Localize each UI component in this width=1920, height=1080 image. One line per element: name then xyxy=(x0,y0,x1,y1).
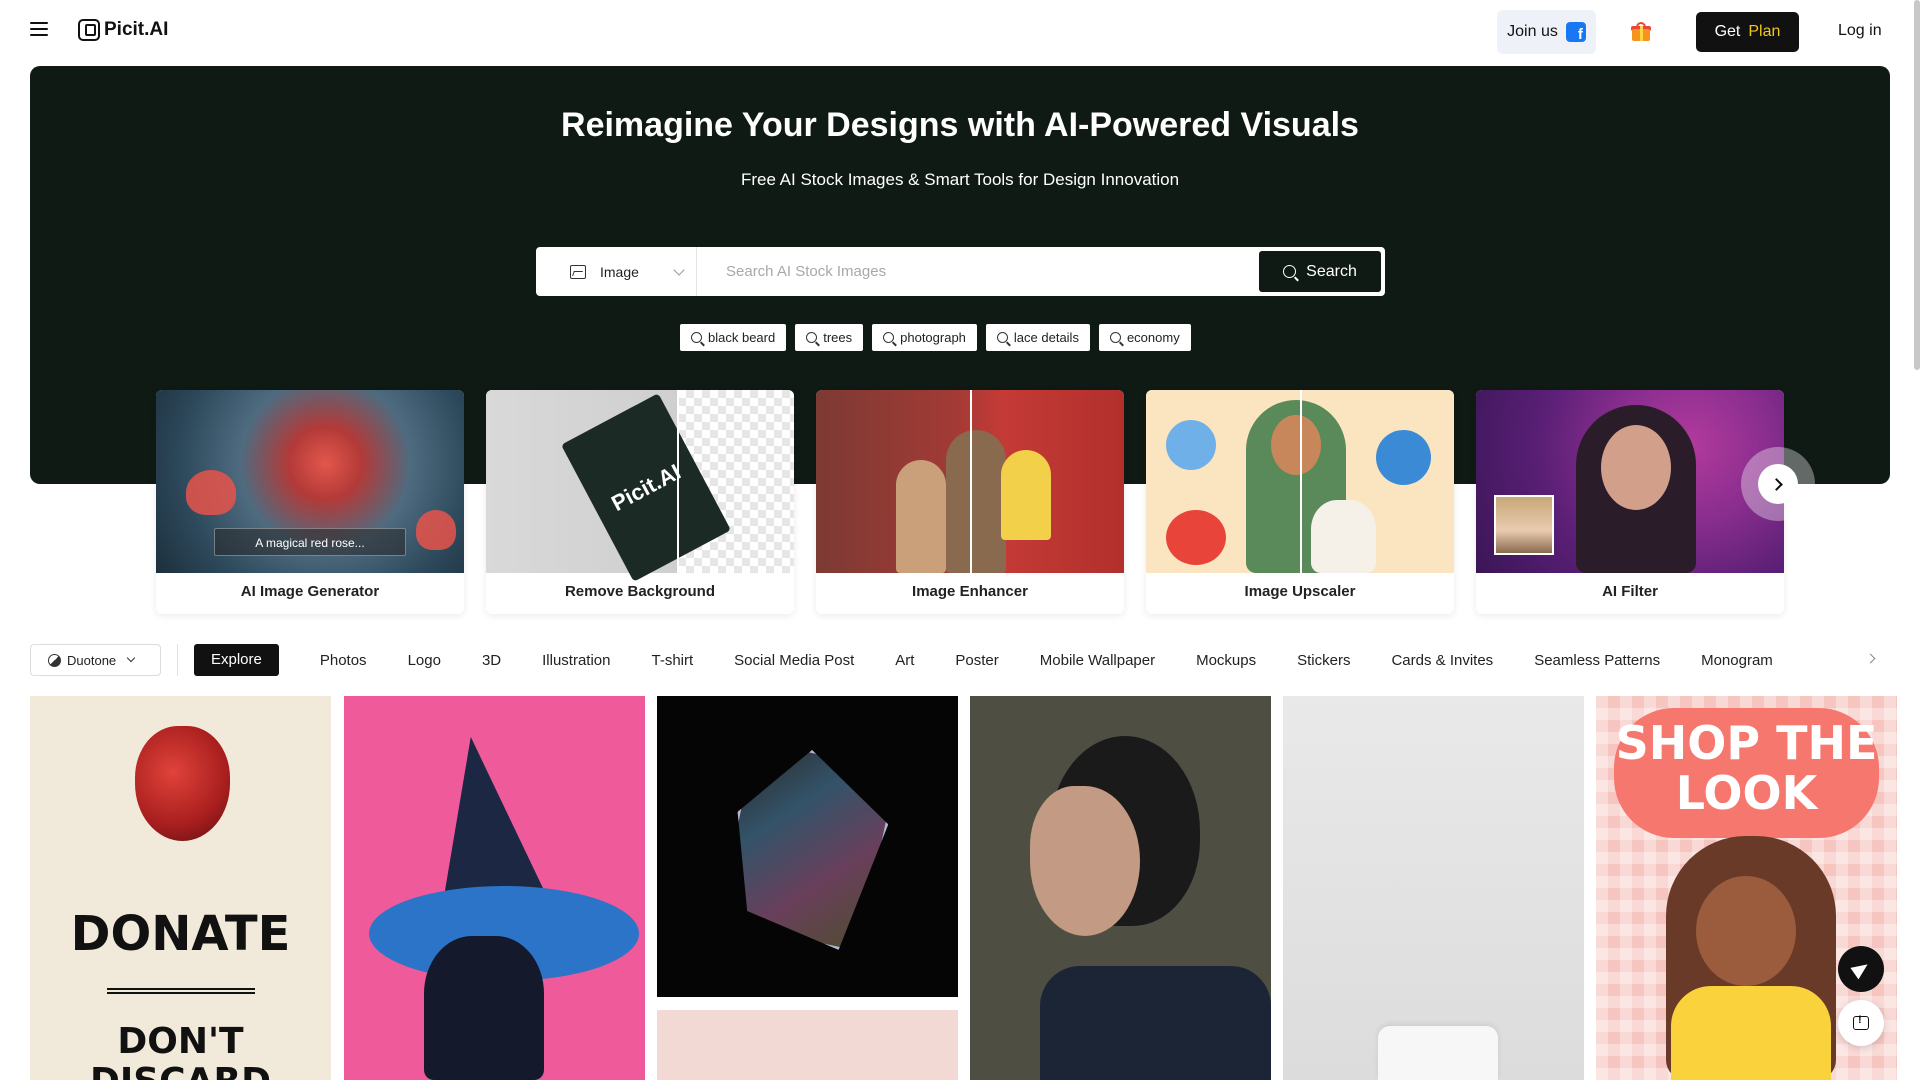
tab-social-media-post[interactable]: Social Media Post xyxy=(734,652,854,669)
search-button[interactable]: Search xyxy=(1259,251,1381,292)
tab-logo[interactable]: Logo xyxy=(408,652,441,669)
search-icon xyxy=(691,332,702,343)
tool-card-remove-background[interactable]: Picit.AI Remove Background xyxy=(486,390,794,614)
image-icon xyxy=(570,264,586,279)
tab-poster[interactable]: Poster xyxy=(955,652,998,669)
chip-label: economy xyxy=(1126,330,1180,345)
search-icon xyxy=(1283,265,1297,278)
category-tabs: Explore Photos Logo 3D Illustration T-sh… xyxy=(194,644,1814,676)
gallery-image-crystal[interactable] xyxy=(657,696,958,997)
tab-mobile-wallpaper[interactable]: Mobile Wallpaper xyxy=(1040,652,1155,669)
style-filter-dropdown[interactable]: Duotone xyxy=(30,644,161,676)
search-icon xyxy=(996,332,1008,343)
duotone-icon xyxy=(48,653,61,667)
tool-label: Image Enhancer xyxy=(912,583,1028,600)
top-header: Picit.AI Join us f Get Plan Log in xyxy=(0,0,1920,64)
divider xyxy=(177,644,178,676)
tool-card-ai-filter[interactable]: AI Filter xyxy=(1476,390,1784,614)
facebook-icon: f xyxy=(1565,22,1586,42)
chip-label: photograph xyxy=(900,330,966,345)
message-alert-icon xyxy=(1853,1014,1869,1030)
search-type-dropdown[interactable]: Image xyxy=(536,247,697,296)
tab-t-shirt[interactable]: T-shirt xyxy=(652,652,694,669)
tab-photos[interactable]: Photos xyxy=(320,652,367,669)
tool-preview-image xyxy=(1476,390,1784,573)
style-filter-label: Duotone xyxy=(67,652,117,668)
tab-3d[interactable]: 3D xyxy=(482,652,501,669)
chevron-right-icon[interactable] xyxy=(1865,653,1876,664)
chip-label: lace details xyxy=(1013,330,1079,345)
tab-stickers[interactable]: Stickers xyxy=(1297,652,1350,669)
suggested-searches: black beard trees photograph lace detail… xyxy=(680,324,1191,351)
gallery-image-jar-mockup[interactable] xyxy=(1283,696,1584,1080)
search-input[interactable] xyxy=(726,247,1256,296)
tab-illustration[interactable]: Illustration xyxy=(542,652,610,669)
heart-illustration xyxy=(135,726,230,841)
send-feedback-button[interactable] xyxy=(1838,946,1884,992)
poster-subtitle: DON'T DISCARD xyxy=(90,1021,271,1080)
logo-icon xyxy=(78,19,100,41)
poster-title: SHOP THE LOOK xyxy=(1615,716,1878,820)
search-bar: Image Search xyxy=(536,247,1385,296)
search-chip[interactable]: black beard xyxy=(680,324,787,351)
tab-explore[interactable]: Explore xyxy=(194,644,279,676)
prompt-caption: A magical red rose... xyxy=(214,528,406,556)
chip-label: trees xyxy=(823,330,853,345)
hero-subtitle: Free AI Stock Images & Smart Tools for D… xyxy=(740,170,1180,189)
tool-preview-image: A magical red rose... xyxy=(156,390,464,573)
chevron-down-icon xyxy=(673,263,685,276)
chat-support-button[interactable] xyxy=(1838,1000,1884,1046)
tab-mockups[interactable]: Mockups xyxy=(1196,652,1256,669)
tool-card-ai-image-generator[interactable]: A magical red rose... AI Image Generator xyxy=(156,390,464,614)
chevron-down-icon xyxy=(126,653,136,663)
chip-label: black beard xyxy=(708,330,776,345)
join-us-label: Join us xyxy=(1507,23,1558,40)
search-icon xyxy=(1109,332,1121,343)
gallery-image-pink[interactable] xyxy=(657,1010,958,1080)
poster-title: DONATE xyxy=(70,906,291,962)
tool-label: Image Upscaler xyxy=(1244,583,1356,600)
search-button-label: Search xyxy=(1306,262,1357,280)
tools-next-button[interactable] xyxy=(1741,447,1815,521)
hero-title: Reimagine Your Designs with AI-Powered V… xyxy=(561,106,1359,144)
tab-art[interactable]: Art xyxy=(895,652,914,669)
divider xyxy=(107,988,255,994)
get-plan-button[interactable]: Get Plan xyxy=(1696,12,1799,52)
paper-plane-icon xyxy=(1850,958,1872,980)
join-us-button[interactable]: Join us f xyxy=(1497,10,1596,54)
chevron-right-icon xyxy=(1770,477,1783,491)
search-chip[interactable]: economy xyxy=(1098,324,1191,351)
tool-preview-image xyxy=(1146,390,1454,573)
search-chip[interactable]: photograph xyxy=(872,324,977,351)
tool-preview-image: Picit.AI xyxy=(486,390,794,582)
search-icon xyxy=(883,332,895,343)
gallery-image-witch-hat[interactable] xyxy=(344,696,645,1080)
tool-preview-image xyxy=(816,390,1124,573)
tool-card-image-upscaler[interactable]: Image Upscaler xyxy=(1146,390,1454,614)
search-type-label: Image xyxy=(600,263,639,280)
gallery-image-donate-poster[interactable]: DONATE DON'T DISCARD xyxy=(30,696,331,1080)
tab-cards-invites[interactable]: Cards & Invites xyxy=(1391,652,1493,669)
search-icon xyxy=(806,332,818,343)
tool-card-image-enhancer[interactable]: Image Enhancer xyxy=(816,390,1124,614)
logo-text: Picit.AI xyxy=(104,19,169,40)
search-chip[interactable]: trees xyxy=(795,324,864,351)
tab-monogram[interactable]: Monogram xyxy=(1701,652,1773,669)
hamburger-menu-icon[interactable] xyxy=(30,22,48,38)
gallery-image-portrait[interactable] xyxy=(970,696,1271,1080)
logo[interactable]: Picit.AI xyxy=(78,19,168,41)
tool-label: AI Image Generator xyxy=(240,583,380,600)
gift-icon[interactable] xyxy=(1631,22,1651,42)
tool-label: AI Filter xyxy=(1602,583,1658,600)
login-link[interactable]: Log in xyxy=(1838,22,1882,40)
tool-label: Remove Background xyxy=(564,583,716,600)
get-plan-label: Get xyxy=(1714,23,1741,40)
search-chip[interactable]: lace details xyxy=(985,324,1090,351)
tab-seamless-patterns[interactable]: Seamless Patterns xyxy=(1534,652,1660,669)
plan-accent-label: Plan xyxy=(1748,23,1781,40)
